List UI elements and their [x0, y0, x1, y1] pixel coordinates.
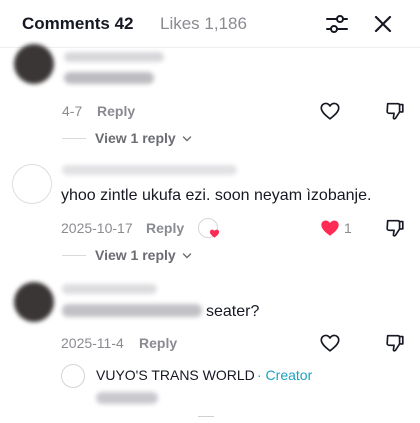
chevron-down-icon: [182, 253, 191, 259]
blurred-username: [62, 165, 237, 175]
creator-name[interactable]: VUYO'S TRANS WORLD: [96, 367, 255, 383]
reply-button[interactable]: Reply: [97, 103, 135, 119]
tab-comments[interactable]: Comments 42: [22, 14, 133, 34]
blurred-comment-text: [62, 304, 202, 317]
view-replies-label: View 1 reply: [95, 247, 176, 263]
comment-date: 2025-10-17: [61, 220, 133, 236]
filter-icon: [326, 15, 348, 33]
comments-header: Comments 42 Likes 1,186: [0, 0, 420, 48]
like-button[interactable]: [319, 217, 341, 239]
view-replies-button[interactable]: View 1 reply: [95, 130, 192, 146]
blurred-username: [62, 284, 157, 294]
like-button[interactable]: [319, 100, 341, 122]
reply-button[interactable]: Reply: [139, 335, 177, 351]
avatar[interactable]: [14, 44, 54, 84]
comment-date: 2025-11-4: [61, 335, 124, 351]
heart-badge-icon: [209, 229, 220, 238]
close-icon: [374, 15, 392, 33]
comment-text-visible: seater?: [206, 303, 260, 320]
chevron-down-icon: [182, 136, 191, 142]
thumbs-down-icon: [386, 102, 404, 120]
reply-button[interactable]: Reply: [146, 220, 184, 236]
dislike-button[interactable]: [384, 332, 406, 354]
creator-liked-badge: [198, 218, 220, 240]
comment-text: yhoo zintle ukufa ezi. soon neyam ìzoban…: [61, 187, 372, 204]
view-replies-label: View 1 reply: [95, 130, 176, 146]
heart-outline-icon: [320, 102, 340, 120]
filter-button[interactable]: [325, 12, 349, 36]
creator-tag: · Creator: [257, 367, 313, 383]
avatar[interactable]: [14, 282, 54, 322]
tab-likes[interactable]: Likes 1,186: [160, 14, 247, 34]
like-count: 1: [344, 220, 352, 236]
creator-avatar[interactable]: [61, 364, 85, 388]
dislike-button[interactable]: [384, 217, 406, 239]
heart-outline-icon: [320, 334, 340, 352]
comment-date: 4-7: [62, 103, 83, 119]
partial-icon-row: [198, 416, 214, 423]
divider: [62, 138, 86, 139]
divider: [62, 255, 86, 256]
like-button[interactable]: [319, 332, 341, 354]
blurred-username: [64, 52, 164, 62]
blurred-comment-text: [64, 72, 154, 84]
dislike-button[interactable]: [384, 100, 406, 122]
heart-filled-icon: [321, 220, 339, 236]
thumbs-down-icon: [386, 219, 404, 237]
view-replies-button[interactable]: View 1 reply: [95, 247, 192, 263]
avatar[interactable]: [12, 164, 52, 204]
thumbs-down-icon: [386, 334, 404, 352]
close-button[interactable]: [371, 12, 395, 36]
blurred-reply-text: [96, 392, 158, 404]
